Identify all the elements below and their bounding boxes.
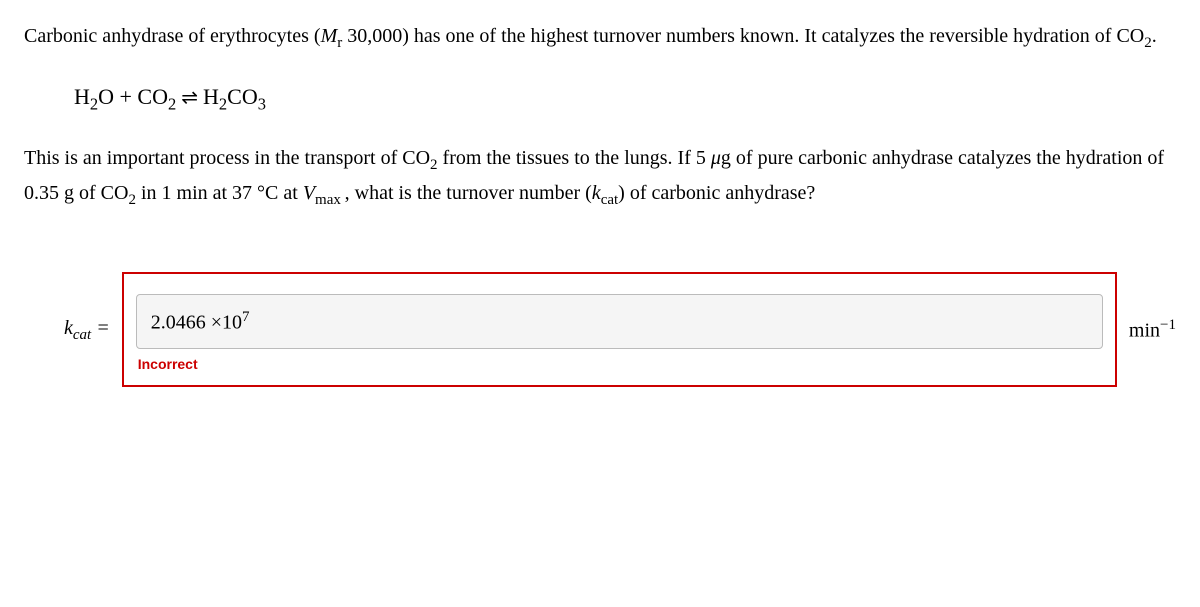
- answer-container: 2.0466 ×107 Incorrect: [122, 272, 1117, 388]
- mu-symbol: μ: [711, 147, 721, 169]
- kcat-variable-label: kcat =: [64, 312, 110, 347]
- unit-label: min−1: [1129, 313, 1176, 347]
- mr-symbol: M: [321, 25, 338, 47]
- equals-sign: =: [91, 317, 110, 339]
- co2-subscript: 2: [1144, 35, 1152, 51]
- feedback-message: Incorrect: [138, 353, 198, 375]
- eq-subscript: 2: [90, 94, 98, 113]
- input-value-base: 2.0466 ×10: [151, 311, 242, 333]
- input-value-exponent: 7: [242, 309, 250, 325]
- eq-subscript: 2: [219, 94, 227, 113]
- eq-segment: CO: [227, 84, 258, 109]
- text-segment: 30,000) has one of the highest turnover …: [342, 25, 1144, 47]
- kcat-sub: cat: [73, 327, 91, 343]
- answer-row: kcat = 2.0466 ×107 Incorrect min−1: [64, 272, 1176, 388]
- text-segment: Carbonic anhydrase of erythrocytes (: [24, 25, 321, 47]
- text-segment: This is an important process in the tran…: [24, 147, 430, 169]
- vmax-subscript: max: [315, 192, 345, 208]
- equilibrium-arrow-icon: ⇌: [176, 87, 203, 109]
- text-segment: .: [1152, 25, 1157, 47]
- text-segment: ) of carbonic anhydrase?: [618, 182, 815, 204]
- question-continuation: This is an important process in the tran…: [24, 142, 1176, 212]
- chemical-equation: H2O + CO2 ⇌ H2CO3: [74, 79, 1176, 118]
- kcat-k: k: [64, 317, 73, 339]
- eq-segment: H: [203, 84, 219, 109]
- kcat-subscript: cat: [601, 192, 618, 208]
- unit-exponent: −1: [1160, 317, 1176, 333]
- eq-segment: O + CO: [98, 84, 168, 109]
- text-segment: in 1 min at 37 °C at: [136, 182, 303, 204]
- co2-subscript: 2: [430, 157, 438, 173]
- text-segment: , what is the turnover number (: [345, 182, 592, 204]
- co2-subscript: 2: [128, 192, 136, 208]
- eq-segment: H: [74, 84, 90, 109]
- eq-subscript: 3: [258, 94, 266, 113]
- question-intro: Carbonic anhydrase of erythrocytes (Mr 3…: [24, 20, 1176, 55]
- vmax-symbol: V: [303, 182, 315, 204]
- eq-subscript: 2: [168, 94, 176, 113]
- answer-box: 2.0466 ×107 Incorrect: [122, 272, 1117, 388]
- kcat-input[interactable]: 2.0466 ×107: [136, 294, 1103, 350]
- text-segment: from the tissues to the lungs. If 5: [438, 147, 711, 169]
- unit-base: min: [1129, 319, 1160, 341]
- kcat-symbol: k: [592, 182, 601, 204]
